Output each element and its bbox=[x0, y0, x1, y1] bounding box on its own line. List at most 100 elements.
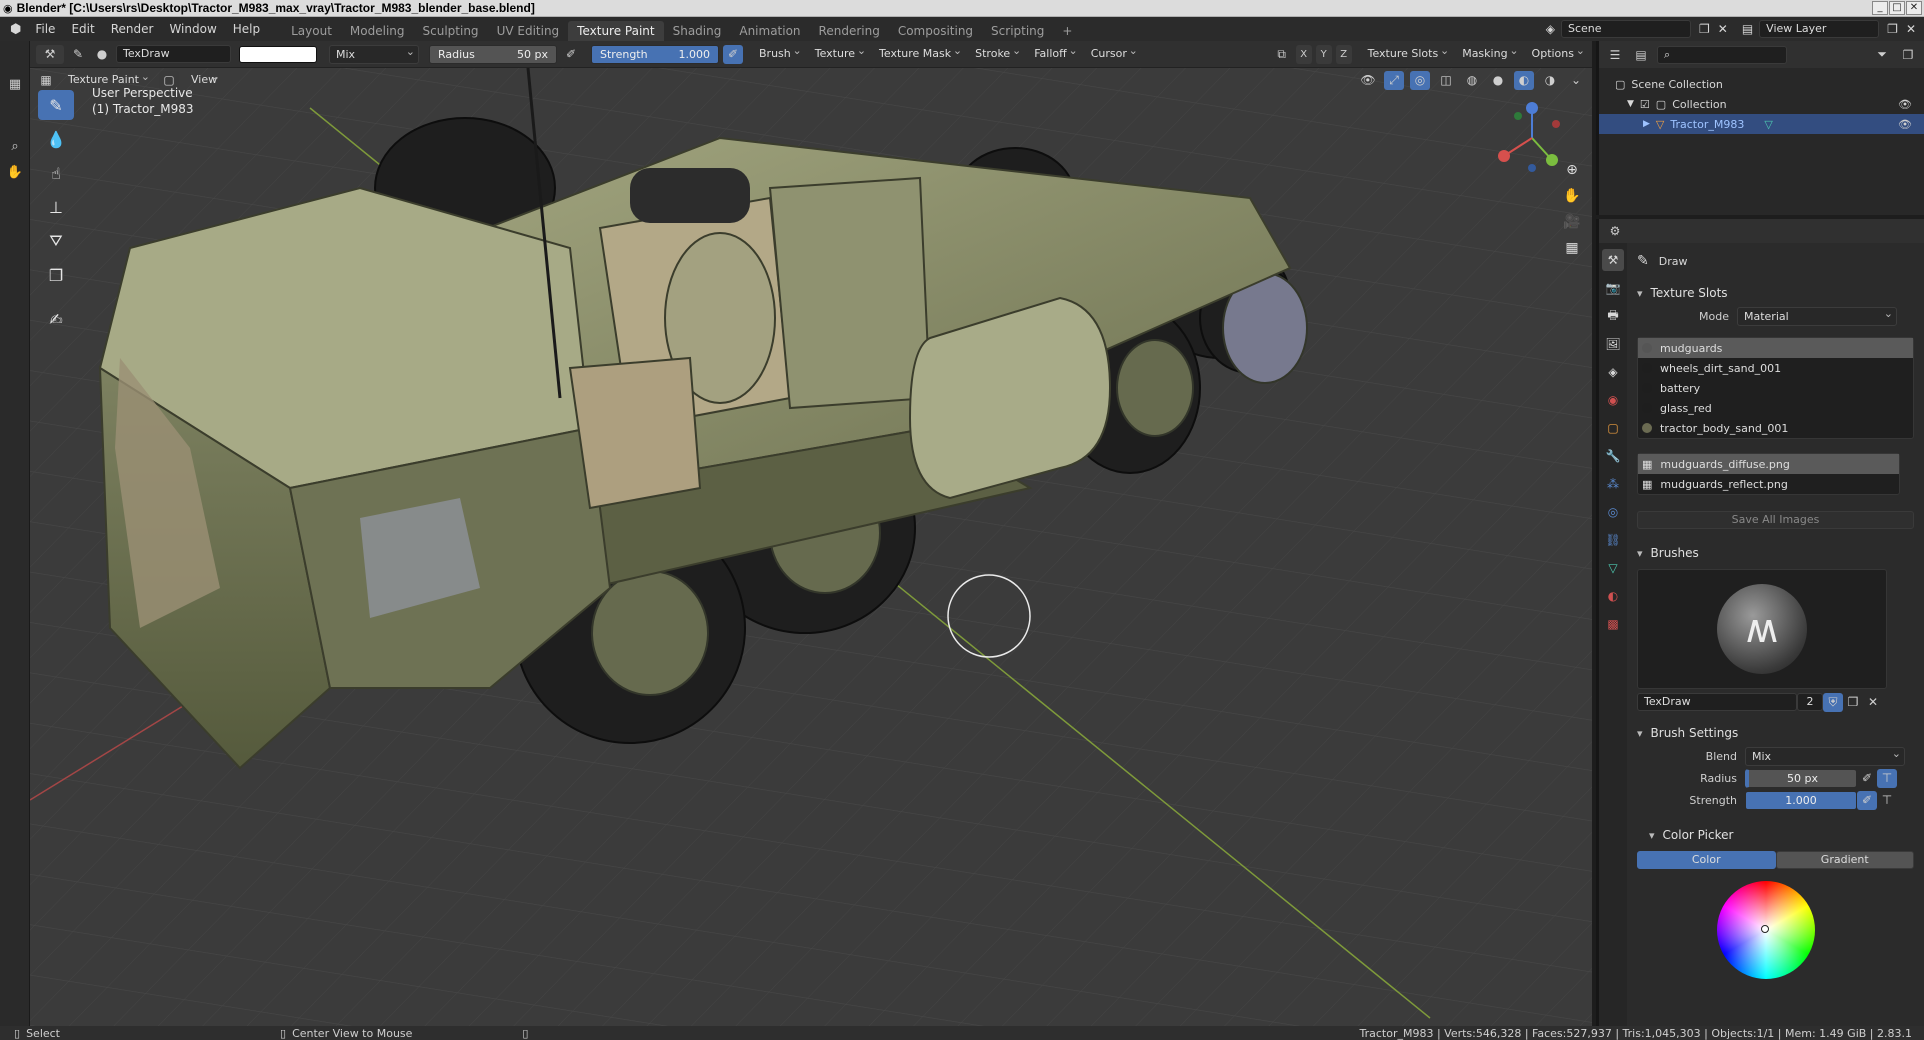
tab-layout[interactable]: Layout bbox=[282, 21, 341, 41]
menu-help[interactable]: Help bbox=[225, 22, 268, 36]
display-mode-icon[interactable]: ▤ bbox=[1631, 45, 1651, 64]
brush-tool-icon[interactable]: ✎ bbox=[68, 45, 88, 64]
fill-tool-icon[interactable]: ⛛ bbox=[38, 226, 74, 256]
physics-tab-icon[interactable]: ◎ bbox=[1602, 501, 1624, 523]
tab-scripting[interactable]: Scripting bbox=[982, 21, 1053, 41]
new-collection-icon[interactable]: ❐ bbox=[1898, 45, 1918, 64]
ortho-grid-icon[interactable]: ▦ bbox=[1560, 236, 1584, 260]
list-item[interactable]: ▦ mudguards_diffuse.png bbox=[1638, 454, 1899, 474]
filter-icon[interactable]: ⏷ bbox=[1872, 45, 1892, 64]
properties-editor-icon[interactable]: ⚙ bbox=[1605, 222, 1625, 241]
scene-icon[interactable]: ◈ bbox=[1546, 22, 1555, 36]
mask-tool-icon[interactable]: ❐ bbox=[38, 260, 74, 290]
menu-options[interactable]: Options bbox=[1526, 42, 1588, 64]
data-tab-icon[interactable]: ▽ bbox=[1602, 557, 1624, 579]
world-tab-icon[interactable]: ◉ bbox=[1602, 389, 1624, 411]
radius-unit-icon[interactable]: ⊤ bbox=[1877, 768, 1897, 788]
tab-gradient[interactable]: Gradient bbox=[1775, 851, 1914, 869]
save-all-images-button[interactable]: Save All Images bbox=[1637, 511, 1914, 529]
xray-icon[interactable]: ◫ bbox=[1436, 71, 1456, 90]
menu-falloff[interactable]: Falloff bbox=[1028, 42, 1080, 64]
tab-uv-editing[interactable]: UV Editing bbox=[488, 21, 569, 41]
tab-color[interactable]: Color bbox=[1637, 851, 1776, 869]
outliner-search-input[interactable]: ⌕ bbox=[1657, 45, 1787, 64]
strength-slider[interactable]: Strength 1.000 bbox=[591, 44, 719, 64]
menu-cursor[interactable]: Cursor bbox=[1085, 42, 1141, 64]
object-visibility-icon[interactable]: 👁 bbox=[1898, 118, 1912, 131]
close-button[interactable]: ✕ bbox=[1906, 1, 1922, 15]
list-item[interactable]: glass_red bbox=[1638, 398, 1913, 418]
menu-stroke[interactable]: Stroke bbox=[969, 42, 1024, 64]
pan-hand-icon[interactable]: ✋ bbox=[1560, 184, 1584, 208]
output-tab-icon[interactable]: 🖶 bbox=[1602, 305, 1624, 327]
strength-slider[interactable]: 1.000 bbox=[1745, 790, 1857, 810]
menu-texture-slots[interactable]: Texture Slots bbox=[1362, 42, 1453, 64]
hand-icon[interactable]: ✋ bbox=[3, 161, 27, 183]
object-tab-icon[interactable]: ▢ bbox=[1602, 417, 1624, 439]
scene-tab-icon[interactable]: ◈ bbox=[1602, 361, 1624, 383]
tab-shading[interactable]: Shading bbox=[664, 21, 731, 41]
blend-dropdown[interactable]: Mix bbox=[329, 43, 419, 64]
wireframe-shading-icon[interactable]: ◍ bbox=[1462, 71, 1482, 90]
unlink-brush-icon[interactable]: ✕ bbox=[1863, 693, 1883, 712]
annotate-tool-icon[interactable]: ✍ bbox=[38, 304, 74, 334]
material-tab-icon[interactable]: ◐ bbox=[1602, 585, 1624, 607]
brush-name-field[interactable]: TexDraw bbox=[1637, 693, 1797, 711]
soften-tool-icon[interactable]: 💧 bbox=[38, 124, 74, 154]
tab-sculpting[interactable]: Sculpting bbox=[414, 21, 488, 41]
new-view-layer-icon[interactable]: ❐ bbox=[1887, 22, 1898, 36]
visibility-icon[interactable]: 👁 bbox=[1358, 71, 1378, 90]
expand-arrow-icon[interactable]: ▼ bbox=[1627, 99, 1634, 109]
strength-pressure-icon[interactable]: ✐ bbox=[1857, 790, 1877, 810]
collection-visibility-icon[interactable]: 👁 bbox=[1898, 98, 1912, 111]
add-workspace-icon[interactable]: + bbox=[1053, 21, 1081, 41]
rendered-shading-icon[interactable]: ◑ bbox=[1540, 71, 1560, 90]
scene-field[interactable]: Scene bbox=[1561, 20, 1691, 38]
brush-shield-icon[interactable]: ● bbox=[92, 45, 112, 64]
brush-preview[interactable]: ʍ bbox=[1637, 569, 1887, 689]
maximize-button[interactable]: □ bbox=[1889, 1, 1905, 15]
tab-animation[interactable]: Animation bbox=[730, 21, 809, 41]
radius-pressure-icon[interactable]: ✐ bbox=[1857, 769, 1877, 788]
camera-icon[interactable]: 🎥 bbox=[1560, 210, 1584, 234]
menu-edit[interactable]: Edit bbox=[63, 22, 102, 36]
list-item[interactable]: tractor_body_sand_001 bbox=[1638, 418, 1913, 438]
blend-dropdown[interactable]: Mix bbox=[1745, 745, 1905, 766]
expand-arrow-icon[interactable]: ▶ bbox=[1643, 119, 1650, 129]
list-item[interactable]: wheels_dirt_sand_001 bbox=[1638, 358, 1913, 378]
3d-viewport[interactable]: ▦ Texture Paint ▢ View 👁 ⤢ ◎ ◫ ◍ ● ◐ ◑ ⌄… bbox=[30, 68, 1592, 1026]
duplicate-brush-icon[interactable]: ❐ bbox=[1843, 693, 1863, 712]
strength-unit-icon[interactable]: ⊤ bbox=[1877, 791, 1897, 810]
tree-scene-collection[interactable]: ▢ Scene Collection bbox=[1599, 74, 1924, 94]
texture-tab-icon[interactable]: ▩ bbox=[1602, 613, 1624, 635]
menu-texture-mask[interactable]: Texture Mask bbox=[873, 42, 965, 64]
menu-render[interactable]: Render bbox=[103, 22, 162, 36]
tab-texture-paint[interactable]: Texture Paint bbox=[568, 21, 664, 41]
brush-color-swatch[interactable] bbox=[239, 45, 317, 63]
remove-view-layer-icon[interactable]: ✕ bbox=[1906, 22, 1916, 36]
radius-slider[interactable]: Radius 50 px bbox=[429, 44, 557, 64]
menu-texture[interactable]: Texture bbox=[809, 42, 869, 64]
brushes-panel-title[interactable]: Brushes bbox=[1627, 541, 1924, 565]
menu-masking[interactable]: Masking bbox=[1456, 42, 1521, 64]
smear-tool-icon[interactable]: ☝ bbox=[38, 158, 74, 188]
list-item[interactable]: mudguards bbox=[1638, 338, 1913, 358]
zoom-icon[interactable]: ⊕ bbox=[1560, 158, 1584, 182]
tab-modeling[interactable]: Modeling bbox=[341, 21, 414, 41]
tool-settings-icon[interactable]: ⚒ bbox=[36, 44, 64, 64]
material-shading-icon[interactable]: ◐ bbox=[1514, 70, 1534, 90]
overlay-icon[interactable]: ◎ bbox=[1410, 70, 1430, 90]
minimize-button[interactable]: _ bbox=[1872, 1, 1888, 15]
fake-user-icon[interactable]: ⛨ bbox=[1823, 692, 1843, 712]
tool-tab-icon[interactable]: ⚒ bbox=[1602, 249, 1624, 271]
brush-users-count[interactable]: 2 bbox=[1797, 693, 1823, 711]
color-wheel[interactable] bbox=[1717, 881, 1815, 979]
modifier-tab-icon[interactable]: 🔧 bbox=[1602, 445, 1624, 467]
draw-tool-icon[interactable]: ✎ bbox=[38, 90, 74, 120]
tab-compositing[interactable]: Compositing bbox=[889, 21, 982, 41]
radius-slider[interactable]: 50 px bbox=[1745, 768, 1857, 788]
zoom-icon[interactable]: ⌕ bbox=[3, 135, 27, 157]
menu-brush[interactable]: Brush bbox=[753, 42, 805, 64]
list-item[interactable]: ▦ mudguards_reflect.png bbox=[1638, 474, 1899, 494]
render-tab-icon[interactable]: 📷 bbox=[1602, 277, 1624, 299]
